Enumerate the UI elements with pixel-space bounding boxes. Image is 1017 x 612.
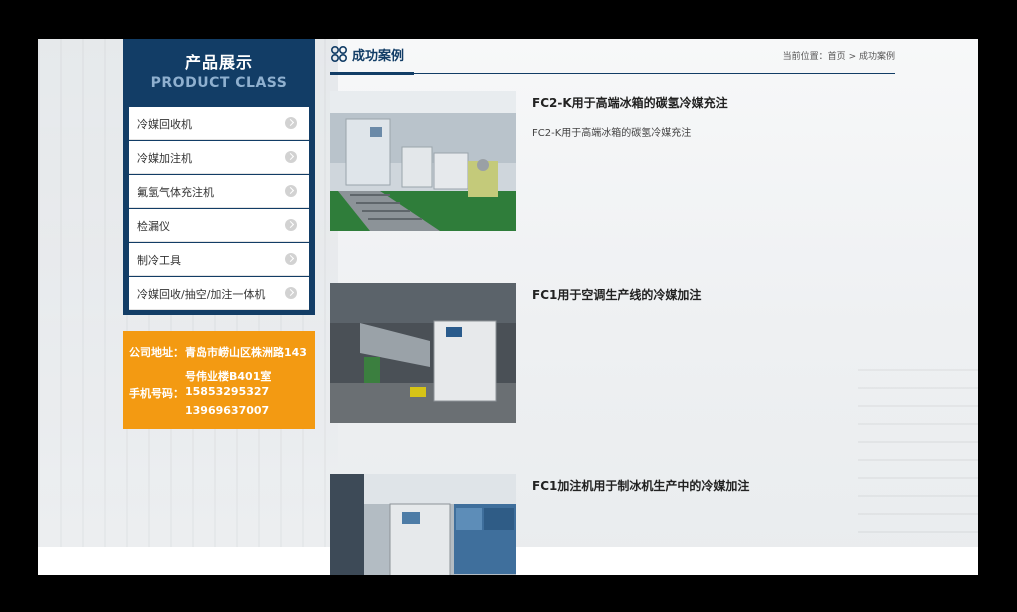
case-title[interactable]: FC1加注机用于制冰机生产中的冷媒加注: [532, 477, 749, 494]
chevron-right-icon: [285, 151, 297, 163]
case-photo[interactable]: [330, 91, 516, 231]
sidebar-item-all-in-one[interactable]: 冷媒回收/抽空/加注一体机: [129, 277, 309, 310]
title-underline: [330, 72, 414, 75]
browser-viewport: 产品展示 PRODUCT CLASS 冷媒回收机 冷媒加注机 氟氢气体充注机 检…: [38, 39, 978, 575]
sidebar-item-leak-detector[interactable]: 检漏仪: [129, 209, 309, 242]
address-row: 公司地址：青岛市崂山区株洲路143 号伟业楼B401室: [129, 344, 307, 384]
sidebar-item-label: 冷媒加注机: [137, 152, 192, 165]
chevron-right-icon: [285, 287, 297, 299]
case-description: FC2-K用于高端冰箱的碳氢冷媒充注: [532, 128, 692, 139]
case-photo[interactable]: [330, 474, 516, 575]
sidebar-header: 产品展示 PRODUCT CLASS: [123, 39, 315, 107]
breadcrumb-separator: >: [848, 52, 857, 62]
sidebar-subtitle: PRODUCT CLASS: [150, 75, 288, 91]
device-frame: 产品展示 PRODUCT CLASS 冷媒回收机 冷媒加注机 氟氢气体充注机 检…: [0, 0, 1017, 612]
address-line2: 号伟业楼B401室: [185, 370, 272, 383]
chevron-right-icon: [285, 219, 297, 231]
chevron-right-icon: [285, 185, 297, 197]
address-value: 青岛市崂山区株洲路143 号伟业楼B401室: [185, 344, 307, 384]
sidebar-item-label: 氟氢气体充注机: [137, 186, 214, 199]
contact-box: 公司地址：青岛市崂山区株洲路143 号伟业楼B401室 手机号码：15853295…: [123, 331, 315, 429]
page-title: 成功案例: [352, 49, 405, 64]
sidebar-item-label: 检漏仪: [137, 220, 170, 233]
sidebar-item-label: 冷媒回收/抽空/加注一体机: [137, 288, 266, 301]
address-line1: 青岛市崂山区株洲路143: [185, 346, 307, 359]
phone-number-2: 13969637007: [185, 404, 270, 417]
breadcrumb-current-link[interactable]: 成功案例: [859, 52, 895, 62]
breadcrumb-prefix: 当前位置：: [782, 52, 828, 62]
phone-label: 手机号码：: [129, 387, 184, 400]
phone-number-1: 15853295327: [185, 385, 270, 398]
sidebar-item-label: 制冷工具: [137, 254, 181, 267]
case-photo[interactable]: [330, 283, 516, 423]
sidebar-item-refrigerant-charging[interactable]: 冷媒加注机: [129, 141, 309, 174]
case-title[interactable]: FC1用于空调生产线的冷媒加注: [532, 286, 701, 303]
sidebar-item-gas-charging[interactable]: 氟氢气体充注机: [129, 175, 309, 208]
sidebar-item-label: 冷媒回收机: [137, 118, 192, 131]
chevron-right-icon: [285, 253, 297, 265]
product-category-list: 冷媒回收机 冷媒加注机 氟氢气体充注机 检漏仪 制冷工具 冷媒回收/抽空/加注一…: [123, 107, 315, 315]
chevron-right-icon: [285, 117, 297, 129]
sidebar-item-refrigeration-tools[interactable]: 制冷工具: [129, 243, 309, 276]
phone-value: 15853295327 13969637007: [185, 385, 269, 417]
sidebar-item-refrigerant-recovery[interactable]: 冷媒回收机: [129, 107, 309, 140]
address-label: 公司地址：: [129, 346, 184, 359]
sidebar-title: 产品展示: [184, 53, 253, 72]
section-title-bar: 成功案例 当前位置：首页 > 成功案例: [330, 39, 895, 75]
cases-icon: [330, 45, 348, 63]
phone-row: 手机号码：15853295327 13969637007: [129, 385, 269, 417]
breadcrumb: 当前位置：首页 > 成功案例: [783, 49, 895, 62]
case-title[interactable]: FC2-K用于高端冰箱的碳氢冷媒充注: [532, 94, 728, 111]
breadcrumb-home-link[interactable]: 首页: [828, 52, 846, 62]
